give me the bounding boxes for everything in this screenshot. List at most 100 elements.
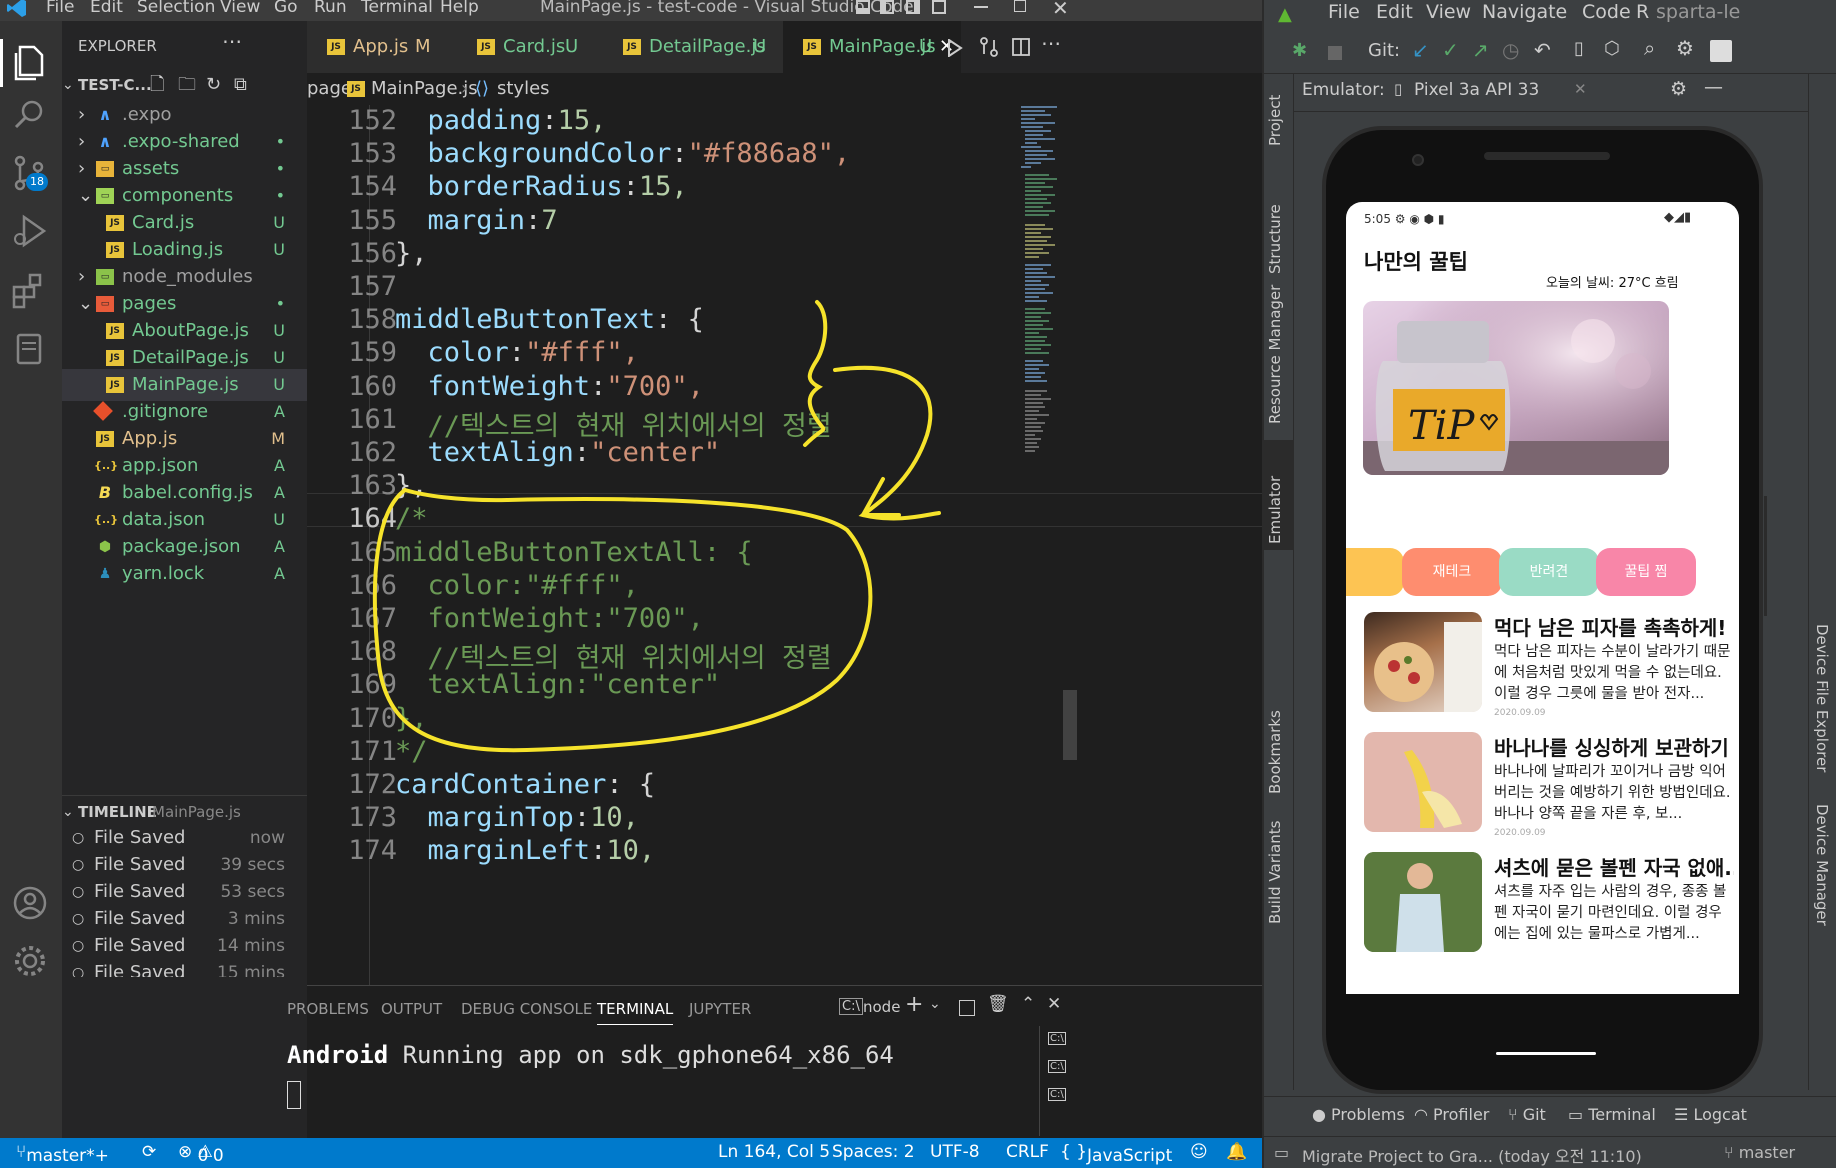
user-avatar-icon[interactable] xyxy=(1710,40,1732,62)
side-tab-emulator-active[interactable]: Emulator xyxy=(1264,440,1294,550)
side-tab-bookmarks[interactable]: Bookmarks xyxy=(1266,694,1284,794)
breadcrumb-symbol[interactable]: styles xyxy=(497,73,550,105)
terminal-instance-icon[interactable]: C:\ xyxy=(1048,1060,1066,1073)
git-history-icon[interactable]: ◷ xyxy=(1502,38,1519,62)
as-menu-code[interactable]: Code xyxy=(1582,1,1631,23)
as-menu-edit[interactable]: Edit xyxy=(1376,1,1413,23)
tab-app-js[interactable]: JS App.js M xyxy=(307,21,453,73)
tab-terminal[interactable]: TERMINAL xyxy=(597,1000,674,1025)
device-manager-icon[interactable]: ▯ xyxy=(1574,38,1584,59)
layout-toggle-icon[interactable] xyxy=(856,0,870,14)
compare-changes-icon[interactable] xyxy=(979,37,999,57)
menu-file[interactable]: File xyxy=(46,0,74,17)
encoding-status[interactable]: UTF-8 xyxy=(930,1142,980,1162)
debug-attach-icon[interactable]: ✱ xyxy=(1292,40,1307,61)
as-menu-r[interactable]: R xyxy=(1636,1,1649,23)
remote-explorer-icon[interactable] xyxy=(8,327,52,371)
menu-help[interactable]: Help xyxy=(440,0,479,17)
as-settings-icon[interactable]: ⚙ xyxy=(1676,36,1694,60)
extensions-icon[interactable] xyxy=(8,269,52,313)
explorer-more-icon[interactable]: ⋯ xyxy=(222,29,242,53)
settings-gear-icon[interactable] xyxy=(8,939,52,983)
tab-jupyter[interactable]: JUPYTER xyxy=(689,1000,751,1018)
search-icon[interactable] xyxy=(8,93,52,137)
side-tab-device-file-explorer[interactable]: Device File Explorer xyxy=(1813,624,1831,794)
as-menu-view[interactable]: View xyxy=(1426,1,1471,23)
menu-run[interactable]: Run xyxy=(314,0,347,17)
maximize-icon[interactable] xyxy=(1014,0,1026,12)
terminal-instance-icon[interactable]: C:\ xyxy=(1048,1032,1066,1045)
menu-view[interactable]: View xyxy=(220,0,260,17)
as-menu-navigate[interactable]: Navigate xyxy=(1482,1,1567,23)
tab-card-js[interactable]: JS Card.js U xyxy=(453,21,603,73)
split-terminal-icon[interactable] xyxy=(959,1000,975,1016)
bottom-tab-profiler[interactable]: ◠ Profiler xyxy=(1414,1105,1489,1124)
bottom-tab-git[interactable]: ⑂ Git xyxy=(1508,1105,1546,1124)
sidebar-toggle-icon[interactable] xyxy=(880,0,894,14)
tab-debug-console[interactable]: DEBUG CONSOLE xyxy=(461,1000,592,1018)
terminal-shell-name[interactable]: node xyxy=(863,998,900,1016)
category-button-pets[interactable]: 반려견 xyxy=(1499,548,1599,596)
tip-card[interactable]: 셔츠에 묻은 볼펜 자국 없애.. 셔츠를 자주 입는 사람의 경우, 종종 볼… xyxy=(1364,852,1734,972)
category-button-all[interactable] xyxy=(1346,548,1404,596)
stop-icon[interactable] xyxy=(1328,46,1342,60)
panel-toggle-icon[interactable] xyxy=(906,0,920,14)
side-tab-device-manager[interactable]: Device Manager xyxy=(1813,804,1831,934)
project-header[interactable]: ⌄ TEST-C... 🗋 🗀 ↻ ⧉ xyxy=(62,69,307,101)
search-everywhere-icon[interactable]: ⌕ xyxy=(1644,36,1655,60)
side-tab-resource-manager[interactable]: Resource Manager xyxy=(1266,284,1284,424)
run-icon[interactable] xyxy=(947,39,963,57)
tree-item-yarn-lock[interactable]: ♟ yarn.lock A xyxy=(62,558,307,590)
minimize-icon[interactable] xyxy=(974,6,988,8)
more-actions-icon[interactable]: ⋯ xyxy=(1041,31,1061,55)
maximize-panel-icon[interactable]: ⌃ xyxy=(1021,994,1035,1014)
problems-status[interactable]: ⊗ 0 ⚠ 0 xyxy=(178,1142,224,1166)
category-button-finance[interactable]: 재테크 xyxy=(1402,548,1502,596)
feedback-icon[interactable]: ☺ xyxy=(1190,1142,1208,1162)
side-tab-structure[interactable]: Structure xyxy=(1266,184,1284,274)
bottom-tab-terminal[interactable]: ▭ Terminal xyxy=(1568,1105,1656,1124)
terminal-dropdown-icon[interactable]: ⌄ xyxy=(929,996,941,1012)
tab-mainpage-js[interactable]: JS MainPage.js U ✕ xyxy=(783,21,961,73)
side-tab-project[interactable]: Project xyxy=(1266,86,1284,146)
eol-status[interactable]: CRLF xyxy=(1006,1142,1049,1162)
rollback-icon[interactable]: ↶ xyxy=(1534,38,1551,62)
account-icon[interactable] xyxy=(8,881,52,925)
sdk-manager-icon[interactable]: ⬡ xyxy=(1604,38,1620,59)
menu-edit[interactable]: Edit xyxy=(90,0,123,17)
git-push-icon[interactable]: ↗ xyxy=(1472,38,1489,62)
hide-panel-icon[interactable]: — xyxy=(1704,76,1723,98)
tab-detailpage-js[interactable]: JS DetailPage.js U xyxy=(603,21,783,73)
branch-status[interactable]: ⑂ master*+ xyxy=(16,1142,109,1166)
bottom-tab-logcat[interactable]: ☰ Logcat xyxy=(1674,1105,1747,1124)
close-window-icon[interactable]: ✕ xyxy=(1052,0,1069,20)
menu-terminal[interactable]: Terminal xyxy=(361,0,433,17)
category-button-favorites[interactable]: 꿀팁 찜 xyxy=(1596,548,1696,596)
language-status[interactable]: { } JavaScript xyxy=(1060,1142,1172,1166)
git-update-icon[interactable]: ↙ xyxy=(1412,38,1429,62)
as-branch-status[interactable]: ⑂ master xyxy=(1724,1143,1795,1162)
close-device-tab-icon[interactable]: ✕ xyxy=(1574,80,1587,98)
cursor-position[interactable]: Ln 164, Col 5 xyxy=(718,1142,830,1162)
side-tab-build-variants[interactable]: Build Variants xyxy=(1266,814,1284,924)
tab-problems[interactable]: PROBLEMS xyxy=(287,1000,369,1018)
notifications-icon[interactable]: 🔔 xyxy=(1226,1142,1247,1162)
tab-output[interactable]: OUTPUT xyxy=(381,1000,442,1018)
menu-go[interactable]: Go xyxy=(274,0,298,17)
home-indicator[interactable] xyxy=(1496,1052,1596,1055)
bottom-tab-problems[interactable]: ● Problems xyxy=(1312,1105,1405,1124)
split-editor-icon[interactable] xyxy=(1011,37,1031,57)
status-panel-icon[interactable]: ▭ xyxy=(1274,1143,1289,1162)
new-terminal-icon[interactable]: + xyxy=(905,992,923,1017)
tip-card[interactable]: 먹다 남은 피자를 촉촉하게! 먹다 남은 피자는 수분이 날라가기 때문에 처… xyxy=(1364,612,1730,732)
run-debug-icon[interactable] xyxy=(8,209,52,253)
git-commit-icon[interactable]: ✓ xyxy=(1442,38,1459,62)
tip-card[interactable]: 바나나를 싱싱하게 보관하기 바나나에 날파리가 꼬이거나 금방 익어버리는 것… xyxy=(1364,732,1730,852)
customize-layout-icon[interactable] xyxy=(932,0,946,14)
indentation-status[interactable]: Spaces: 2 xyxy=(832,1142,915,1162)
timeline-item[interactable]: ○ File Saved 15 mins xyxy=(62,957,307,977)
explorer-icon[interactable] xyxy=(8,39,52,83)
emulator-settings-icon[interactable]: ⚙ xyxy=(1670,78,1687,100)
terminal-instance-icon[interactable]: C:\ xyxy=(1048,1088,1066,1101)
kill-terminal-icon[interactable]: 🗑 xyxy=(987,994,1009,1014)
